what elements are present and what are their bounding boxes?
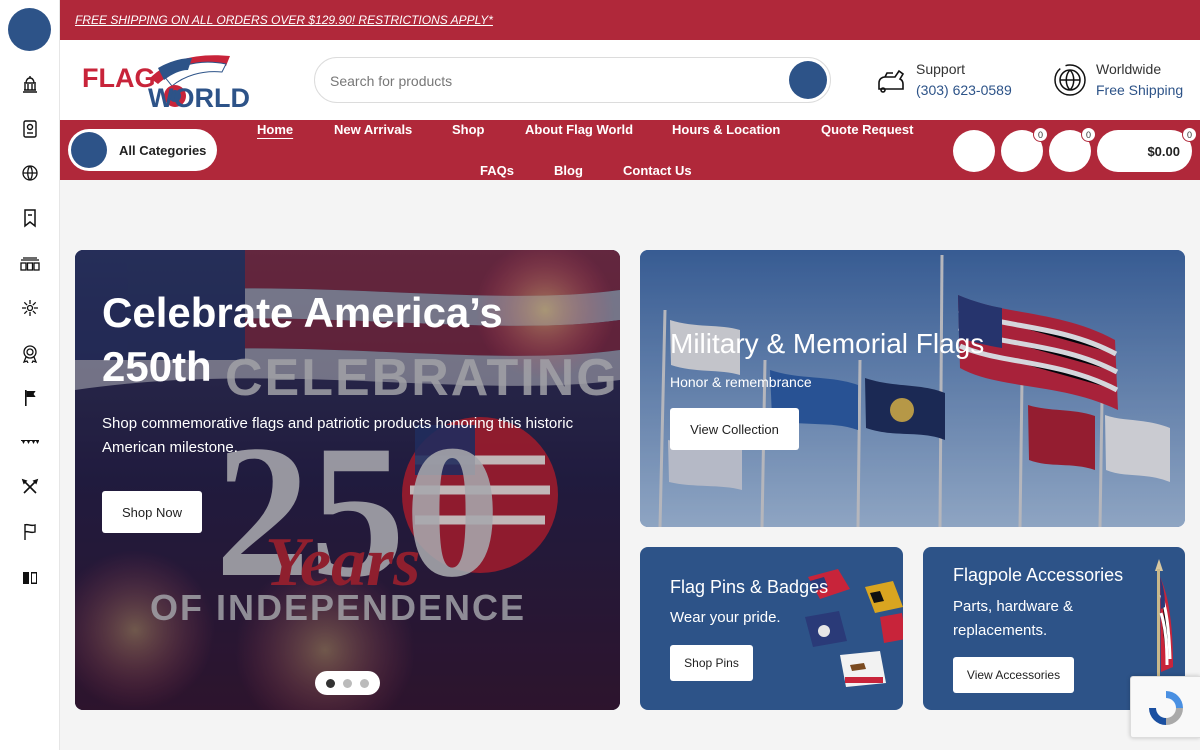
pins-tile-title: Flag Pins & Badges: [670, 577, 829, 597]
flag-on-pole-icon[interactable]: [18, 386, 42, 410]
nav-hours-location[interactable]: Hours & Location: [672, 122, 780, 137]
site-header: FLAG WORLD Support (303) 623-0589 Worldw…: [60, 40, 1200, 120]
nav-blog[interactable]: Blog: [554, 163, 583, 178]
flag-pins-tile[interactable]: Flag Pins & Badges Wear your pride. Shop…: [640, 547, 903, 710]
promo-bar: FREE SHIPPING ON ALL ORDERS OVER $129.90…: [60, 0, 1200, 40]
free-shipping-promo-link[interactable]: FREE SHIPPING ON ALL ORDERS OVER $129.90…: [75, 13, 493, 27]
cart-button[interactable]: $0.00: [1097, 130, 1192, 172]
firework-icon[interactable]: [18, 296, 42, 320]
globe-shipping-icon: [1050, 60, 1090, 100]
nav-shop[interactable]: Shop: [452, 122, 485, 137]
military-flags-tile[interactable]: Military & Memorial Flags Honor & rememb…: [640, 250, 1185, 527]
all-categories-button[interactable]: All Categories: [68, 129, 217, 171]
shop-pins-button[interactable]: Shop Pins: [670, 645, 753, 681]
slide-dot-3[interactable]: [360, 678, 369, 688]
hero-slider: CELEBRATING 250 Years OF INDEPENDENCE Ce…: [75, 250, 620, 710]
main-navigation: All Categories Home New Arrivals Shop Ab…: [60, 120, 1200, 180]
wishlist-count-badge: 0: [1081, 127, 1096, 142]
left-category-rail: [0, 0, 60, 750]
product-search: [314, 57, 831, 103]
phone-icon: [870, 60, 910, 100]
categories-menu-icon: [71, 132, 107, 168]
hero-subtitle: Shop commemorative flags and patriotic p…: [102, 415, 574, 456]
search-button[interactable]: [789, 61, 827, 99]
nav-home[interactable]: Home: [257, 122, 293, 137]
bookmark-ribbon-icon[interactable]: [18, 206, 42, 230]
slider-pagination: [315, 671, 380, 695]
view-collection-button[interactable]: View Collection: [670, 408, 799, 450]
support-phone-link[interactable]: (303) 623-0589: [916, 79, 1012, 101]
hero-title: Celebrate America’s 250th: [102, 289, 503, 390]
slide-dot-1[interactable]: [326, 678, 335, 688]
nav-new-arrivals[interactable]: New Arrivals: [334, 122, 412, 137]
shop-now-button[interactable]: Shop Now: [102, 491, 202, 533]
flag-pins-image: [805, 569, 903, 687]
badge-card-icon[interactable]: [18, 117, 42, 141]
slide-dot-2[interactable]: [343, 678, 352, 688]
shipping-label: Worldwide: [1096, 61, 1162, 77]
view-accessories-button[interactable]: View Accessories: [953, 657, 1074, 693]
pins-tile-subtitle: Wear your pride.: [670, 609, 781, 626]
nav-faqs[interactable]: FAQs: [480, 163, 514, 178]
recaptcha-icon: [1149, 691, 1183, 725]
bunting-flags-icon[interactable]: [18, 252, 42, 276]
cart-total: $0.00: [1147, 143, 1180, 159]
support-info: Support (303) 623-0589: [870, 57, 1012, 103]
free-shipping-link[interactable]: Free Shipping: [1096, 79, 1183, 101]
crossed-tools-icon[interactable]: [18, 475, 42, 499]
search-input[interactable]: [330, 70, 770, 92]
nav-contact[interactable]: Contact Us: [623, 163, 692, 178]
rail-menu-toggle[interactable]: [8, 8, 51, 51]
all-categories-label: All Categories: [119, 142, 207, 158]
military-tile-title: Military & Memorial Flags: [670, 328, 985, 359]
logo-text-flag: FLAG: [82, 63, 156, 93]
flag-world-logo[interactable]: FLAG WORLD: [80, 48, 270, 113]
globe-icon[interactable]: [18, 161, 42, 185]
nav-about[interactable]: About Flag World: [525, 122, 633, 137]
nav-quote-request[interactable]: Quote Request: [821, 122, 913, 137]
medal-icon[interactable]: [18, 341, 42, 365]
accessories-tile-title: Flagpole Accessories: [953, 565, 1124, 585]
cart-count-badge: 0: [1182, 127, 1197, 142]
shipping-info: Worldwide Free Shipping: [1050, 57, 1183, 103]
recaptcha-badge[interactable]: [1130, 676, 1200, 738]
accessories-tile-subtitle: Parts, hardware & replacements.: [953, 598, 1074, 639]
book-icon[interactable]: [18, 566, 42, 590]
military-tile-subtitle: Honor & remembrance: [670, 374, 812, 390]
capitol-icon[interactable]: [18, 72, 42, 96]
pennant-string-icon[interactable]: [18, 430, 42, 454]
compare-count-badge: 0: [1033, 127, 1048, 142]
logo-text-world: WORLD: [148, 83, 250, 112]
account-button[interactable]: [953, 130, 995, 172]
support-label: Support: [916, 61, 966, 77]
waving-flag-icon[interactable]: [18, 520, 42, 544]
